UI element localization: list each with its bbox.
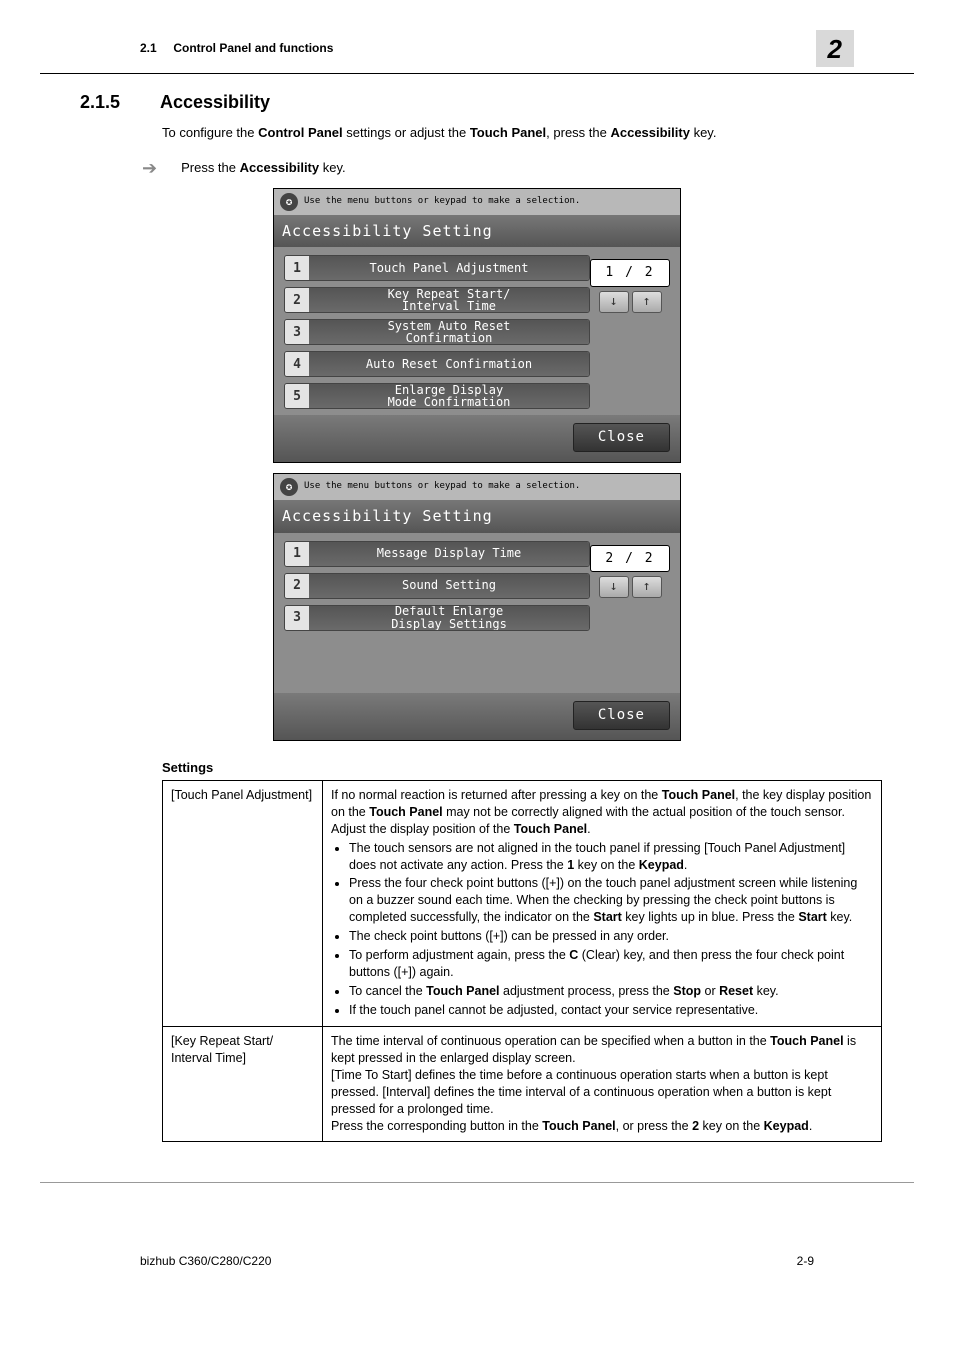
table-row: [Touch Panel Adjustment]If no normal rea… (163, 781, 882, 1027)
step-row: ➔ Press the Accessibility key. (142, 156, 854, 180)
hint-text: Use the menu buttons or keypad to make a… (304, 197, 580, 207)
header-left: 2.1 Control Panel and functions (140, 40, 333, 56)
header-section-ref: 2.1 (140, 41, 157, 55)
menu-item-label: Enlarge DisplayMode Confirmation (309, 384, 589, 408)
setting-name: [Touch Panel Adjustment] (163, 781, 323, 1027)
footer-page: 2-9 (797, 1253, 814, 1269)
header-section-title: Control Panel and functions (173, 41, 333, 55)
hint-icon: ✪ (280, 193, 298, 211)
menu-item-label: Default EnlargeDisplay Settings (309, 606, 589, 630)
menu-item-number: 3 (285, 606, 309, 630)
list-item: The touch sensors are not aligned in the… (349, 840, 873, 874)
menu-item-number: 2 (285, 574, 309, 598)
menu-item-label: Touch Panel Adjustment (309, 256, 589, 280)
page-indicator: 2 / 2 (590, 545, 670, 573)
page-down-button[interactable]: ↓ (599, 576, 629, 598)
menu-item-label: Sound Setting (309, 574, 589, 598)
arrow-icon: ➔ (142, 156, 157, 180)
list-item: Press the four check point buttons ([+])… (349, 875, 873, 926)
menu-item[interactable]: 2Sound Setting (284, 573, 590, 599)
menu-item-number: 3 (285, 320, 309, 344)
menu-item-number: 1 (285, 542, 309, 566)
list-item: To cancel the Touch Panel adjustment pro… (349, 983, 873, 1000)
setting-name: [Key Repeat Start/ Interval Time] (163, 1027, 323, 1141)
footer-model: bizhub C360/C280/C220 (140, 1253, 271, 1269)
menu-item-number: 5 (285, 384, 309, 408)
page-down-button[interactable]: ↓ (599, 291, 629, 313)
menu-item-label: Auto Reset Confirmation (309, 352, 589, 376)
page-up-button[interactable]: ↑ (632, 291, 662, 313)
panel-title: Accessibility Setting (274, 215, 680, 247)
close-button[interactable]: Close (573, 423, 670, 452)
menu-item[interactable]: 3System Auto ResetConfirmation (284, 319, 590, 345)
hint-row: ✪ Use the menu buttons or keypad to make… (274, 474, 680, 500)
intro-paragraph: To configure the Control Panel settings … (162, 124, 854, 142)
menu-items: 1Touch Panel Adjustment2Key Repeat Start… (284, 255, 590, 415)
menu-item-number: 4 (285, 352, 309, 376)
touch-panel-screenshot-2: ✪ Use the menu buttons or keypad to make… (273, 473, 681, 740)
section-number: 2.1.5 (80, 90, 160, 114)
page-up-button[interactable]: ↑ (632, 576, 662, 598)
menu-item[interactable]: 2Key Repeat Start/Interval Time (284, 287, 590, 313)
table-row: [Key Repeat Start/ Interval Time]The tim… (163, 1027, 882, 1141)
menu-item-label: Message Display Time (309, 542, 589, 566)
menu-item[interactable]: 4Auto Reset Confirmation (284, 351, 590, 377)
list-item: If the touch panel cannot be adjusted, c… (349, 1002, 873, 1019)
menu-item-label: System Auto ResetConfirmation (309, 320, 589, 344)
section-heading: 2.1.5 Accessibility (100, 90, 854, 114)
setting-description: If no normal reaction is returned after … (323, 781, 882, 1027)
running-header: 2.1 Control Panel and functions 2 (40, 30, 914, 74)
page-footer: bizhub C360/C280/C220 2-9 (40, 1182, 914, 1289)
menu-item-number: 2 (285, 288, 309, 312)
menu-item-number: 1 (285, 256, 309, 280)
menu-item[interactable]: 1Message Display Time (284, 541, 590, 567)
list-item: To perform adjustment again, press the C… (349, 947, 873, 981)
menu-items: 1Message Display Time2Sound Setting3Defa… (284, 541, 590, 693)
close-button[interactable]: Close (573, 701, 670, 730)
section-title: Accessibility (160, 90, 270, 114)
hint-text: Use the menu buttons or keypad to make a… (304, 482, 580, 492)
hint-icon: ✪ (280, 478, 298, 496)
page-indicator: 1 / 2 (590, 259, 670, 287)
pager: 1 / 2 ↓ ↑ (590, 255, 670, 415)
settings-heading: Settings (162, 759, 854, 777)
settings-table: [Touch Panel Adjustment]If no normal rea… (162, 780, 882, 1142)
menu-item[interactable]: 5Enlarge DisplayMode Confirmation (284, 383, 590, 409)
chapter-badge: 2 (816, 30, 854, 67)
touch-panel-screenshot-1: ✪ Use the menu buttons or keypad to make… (273, 188, 681, 463)
list-item: The check point buttons ([+]) can be pre… (349, 928, 873, 945)
step-text: Press the Accessibility key. (181, 159, 346, 177)
panel-title: Accessibility Setting (274, 500, 680, 532)
setting-description: The time interval of continuous operatio… (323, 1027, 882, 1141)
hint-row: ✪ Use the menu buttons or keypad to make… (274, 189, 680, 215)
menu-item[interactable]: 1Touch Panel Adjustment (284, 255, 590, 281)
pager: 2 / 2 ↓ ↑ (590, 541, 670, 693)
menu-item-label: Key Repeat Start/Interval Time (309, 288, 589, 312)
menu-item[interactable]: 3Default EnlargeDisplay Settings (284, 605, 590, 631)
